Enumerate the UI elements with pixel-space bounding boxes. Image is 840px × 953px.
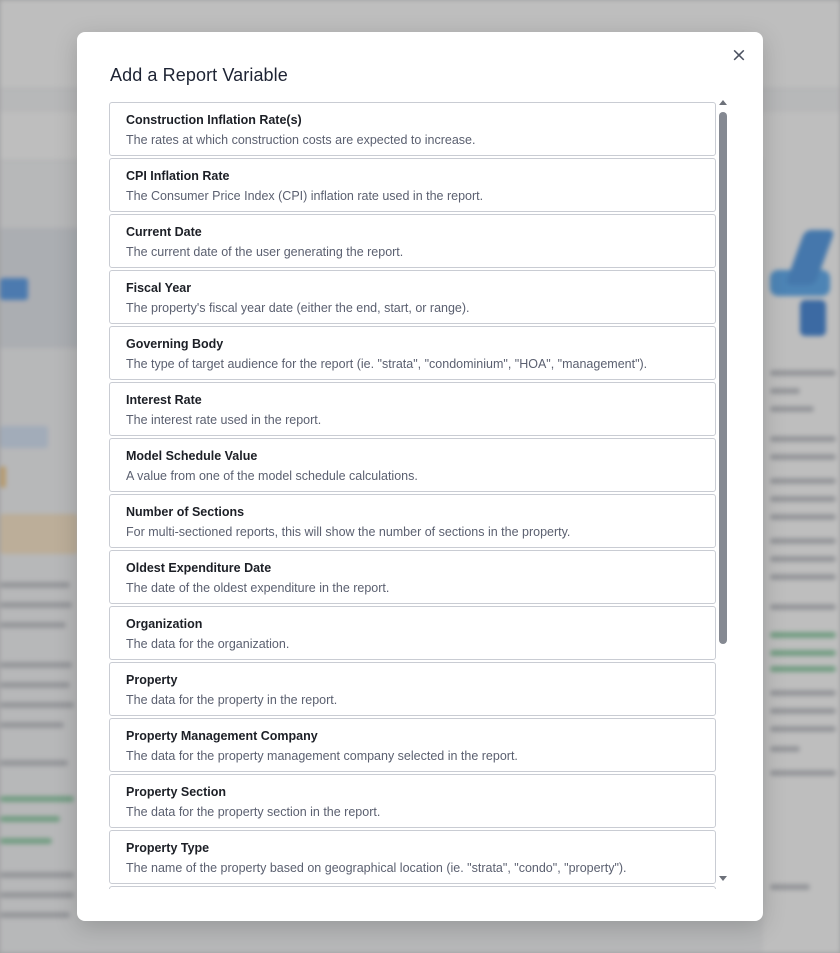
variable-name: Governing Body bbox=[126, 337, 224, 351]
variable-description: The type of target audience for the repo… bbox=[126, 357, 648, 371]
variable-item-property[interactable]: Property The data for the property in th… bbox=[109, 662, 716, 716]
scroll-thumb[interactable] bbox=[719, 112, 727, 644]
variable-item-property-section[interactable]: Property Section The data for the proper… bbox=[109, 774, 716, 828]
variable-item-property-type[interactable]: Property Type The name of the property b… bbox=[109, 830, 716, 884]
variable-item-oldest-expenditure-date[interactable]: Oldest Expenditure Date The date of the … bbox=[109, 550, 716, 604]
variable-description: The property's fiscal year date (either … bbox=[126, 301, 470, 315]
variable-name: CPI Inflation Rate bbox=[126, 169, 230, 183]
variable-description: The Consumer Price Index (CPI) inflation… bbox=[126, 189, 484, 203]
variable-item-property-management-company[interactable]: Property Management Company The data for… bbox=[109, 718, 716, 772]
variable-description: The current date of the user generating … bbox=[126, 245, 404, 259]
variable-description: The data for the organization. bbox=[126, 637, 290, 651]
variable-name: Property Type bbox=[126, 841, 210, 855]
variable-list[interactable]: Construction Inflation Rate(s) The rates… bbox=[109, 102, 716, 889]
variable-item-model-schedule-value[interactable]: Model Schedule Value A value from one of… bbox=[109, 438, 716, 492]
dialog-title: Add a Report Variable bbox=[110, 65, 288, 85]
variable-description: A value from one of the model schedule c… bbox=[126, 469, 418, 483]
variable-description: The date of the oldest expenditure in th… bbox=[126, 581, 390, 595]
variable-description: The name of the property based on geogra… bbox=[126, 861, 627, 875]
add-report-variable-dialog: Add a Report Variable × Construction Inf… bbox=[77, 32, 763, 921]
variable-description: The data for the property management com… bbox=[126, 749, 518, 763]
variable-description: The data for the property section in the… bbox=[126, 805, 381, 819]
scroll-down-arrow-icon[interactable] bbox=[719, 876, 727, 881]
variable-name: Property Section bbox=[126, 785, 227, 799]
variable-item-next[interactable] bbox=[109, 886, 716, 889]
variable-description: The interest rate used in the report. bbox=[126, 413, 322, 427]
variable-item-fiscal-year[interactable]: Fiscal Year The property's fiscal year d… bbox=[109, 270, 716, 324]
variable-item-interest-rate[interactable]: Interest Rate The interest rate used in … bbox=[109, 382, 716, 436]
variable-description: For multi-sectioned reports, this will s… bbox=[126, 525, 571, 539]
variable-name: Fiscal Year bbox=[126, 281, 192, 295]
variable-name: Organization bbox=[126, 617, 203, 631]
variable-name: Model Schedule Value bbox=[126, 449, 258, 463]
variable-description: The rates at which construction costs ar… bbox=[126, 133, 476, 147]
variable-description: The data for the property in the report. bbox=[126, 693, 338, 707]
variable-name: Oldest Expenditure Date bbox=[126, 561, 272, 575]
variable-item-current-date[interactable]: Current Date The current date of the use… bbox=[109, 214, 716, 268]
variable-item-construction-inflation-rates[interactable]: Construction Inflation Rate(s) The rates… bbox=[109, 102, 716, 156]
variable-name: Property bbox=[126, 673, 178, 687]
close-button[interactable]: × bbox=[730, 44, 748, 66]
scroll-up-arrow-icon[interactable] bbox=[719, 100, 727, 105]
variable-name: Property Management Company bbox=[126, 729, 318, 743]
list-scrollbar[interactable] bbox=[718, 100, 729, 888]
close-icon: × bbox=[731, 44, 747, 66]
variable-name: Current Date bbox=[126, 225, 202, 239]
variable-name: Interest Rate bbox=[126, 393, 202, 407]
variable-name: Construction Inflation Rate(s) bbox=[126, 113, 302, 127]
variable-item-number-of-sections[interactable]: Number of Sections For multi-sectioned r… bbox=[109, 494, 716, 548]
variable-item-organization[interactable]: Organization The data for the organizati… bbox=[109, 606, 716, 660]
variable-item-cpi-inflation-rate[interactable]: CPI Inflation Rate The Consumer Price In… bbox=[109, 158, 716, 212]
variable-name: Number of Sections bbox=[126, 505, 245, 519]
variable-item-governing-body[interactable]: Governing Body The type of target audien… bbox=[109, 326, 716, 380]
